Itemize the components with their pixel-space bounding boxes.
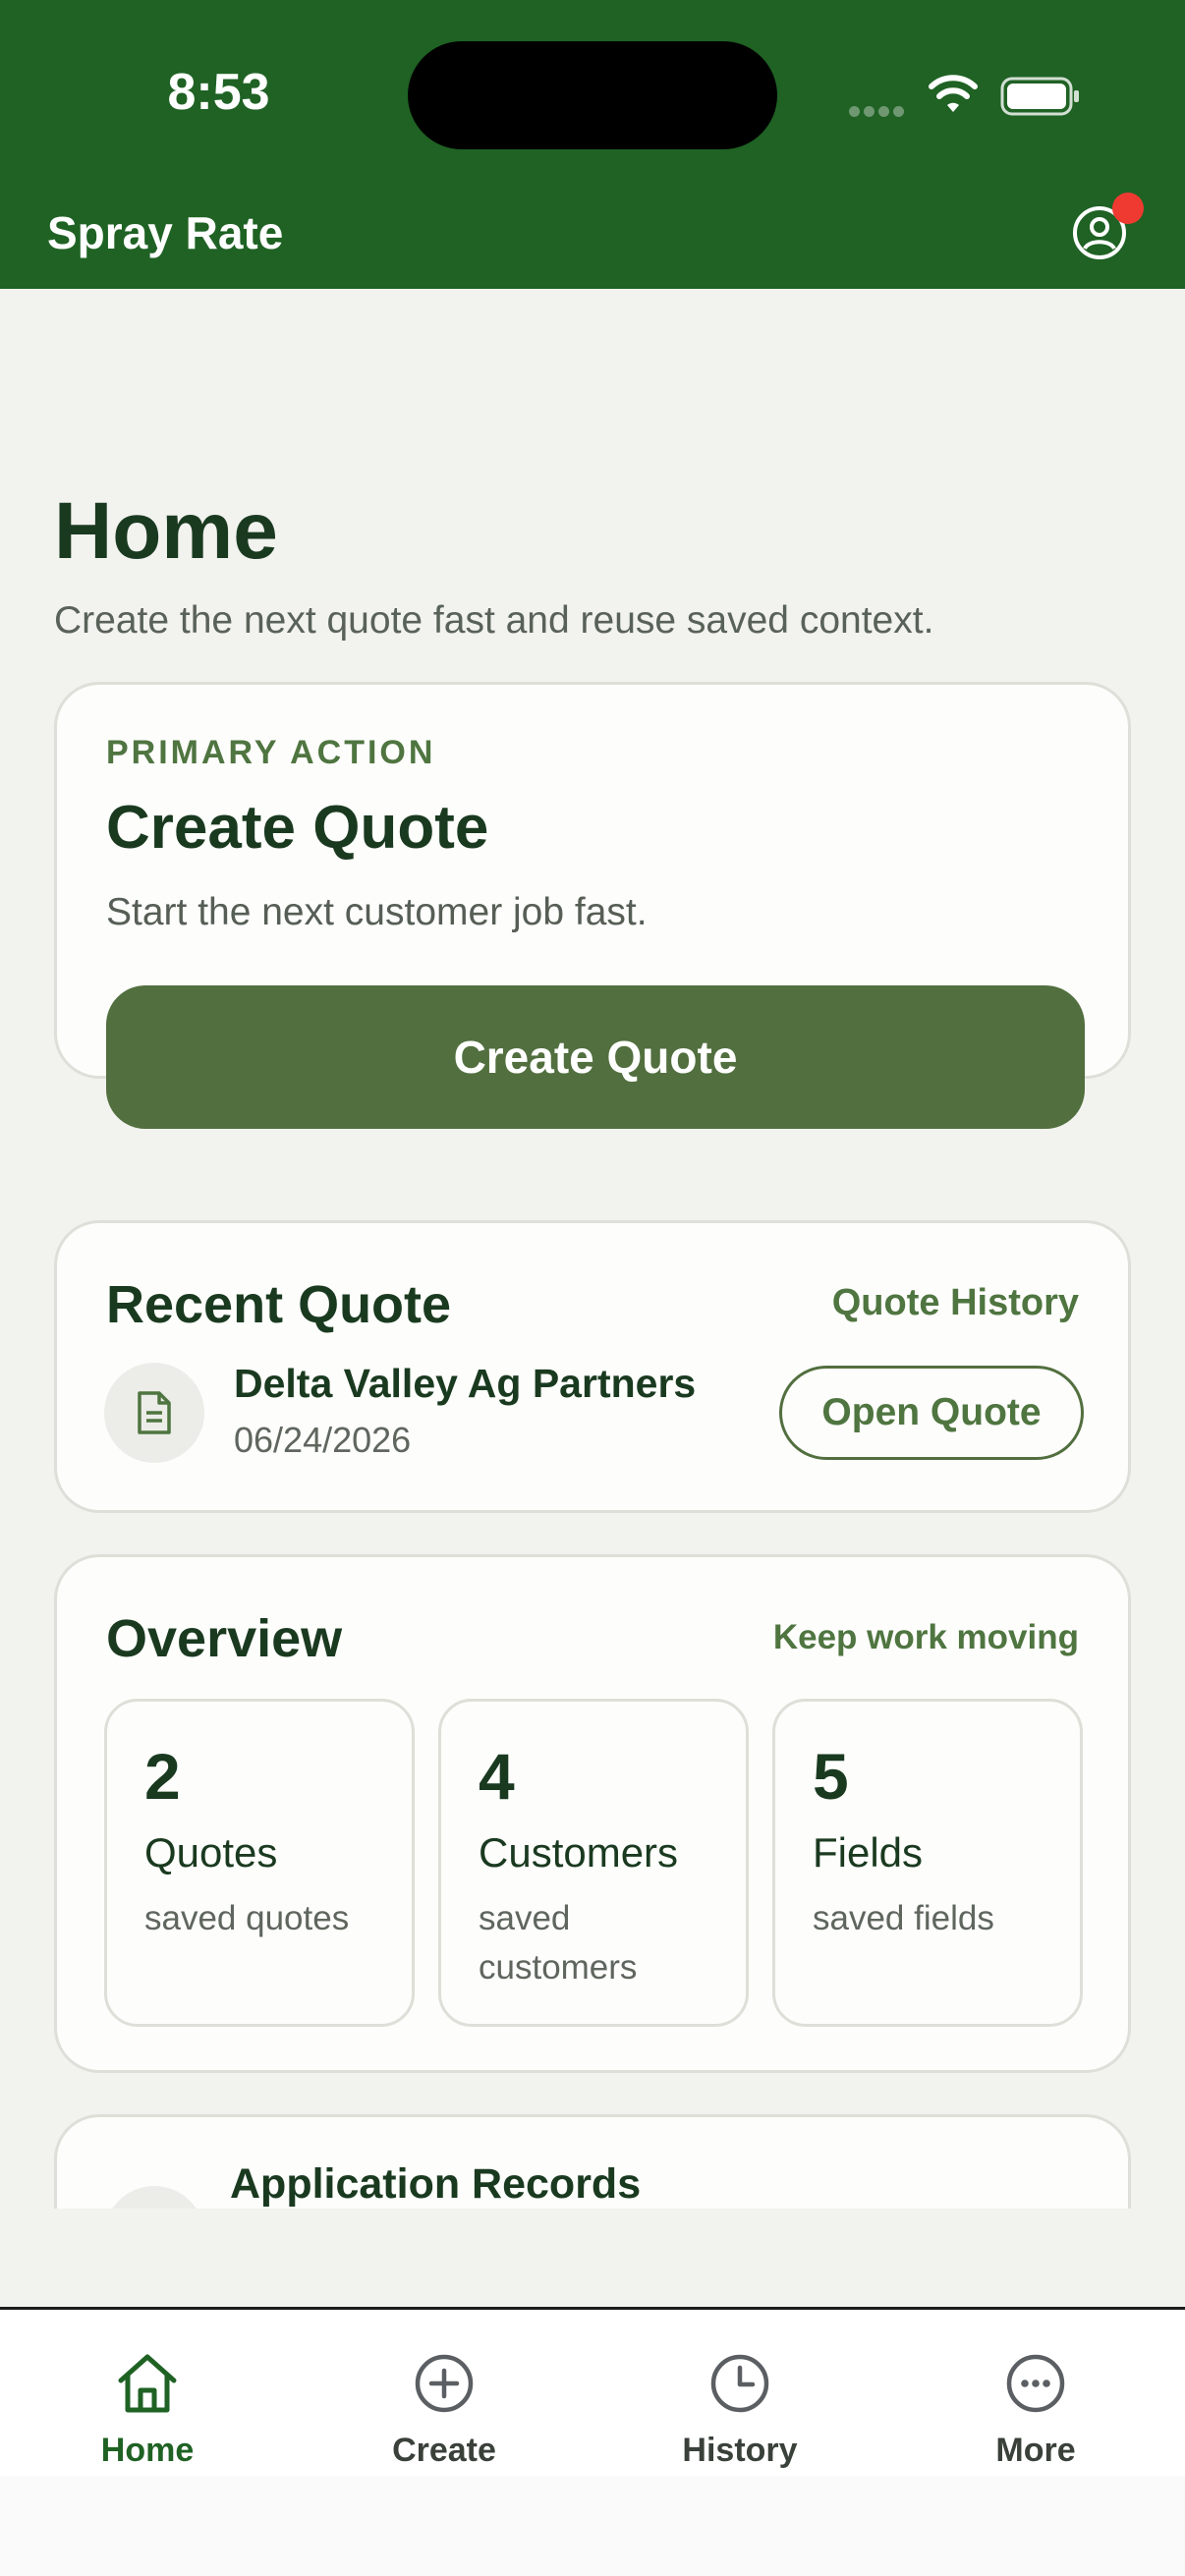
stat-fields[interactable]: 5 Fields saved fields (772, 1699, 1083, 2027)
page-subtitle: Create the next quote fast and reuse sav… (54, 599, 934, 642)
tab-history[interactable]: History (592, 2349, 887, 2496)
tab-label: Home (100, 2432, 195, 2469)
primary-action-description: Start the next customer job fast. (106, 891, 648, 933)
page-title: Home (54, 486, 278, 576)
stat-quotes[interactable]: 2 Quotes saved quotes (104, 1699, 415, 2027)
application-records-card[interactable]: Application Records (54, 2114, 1131, 2209)
plus-circle-icon (415, 2354, 474, 2413)
recent-quote-title: Recent Quote (106, 1275, 452, 1334)
clock-icon (710, 2354, 769, 2413)
status-time: 8:53 (167, 64, 270, 121)
home-indicator-area (0, 2476, 1185, 2576)
stat-label: Customers (479, 1829, 679, 1876)
cellular-signal-icon (849, 104, 908, 118)
recent-quote-customer: Delta Valley Ag Partners (234, 1361, 697, 1406)
tab-home[interactable]: Home (0, 2349, 295, 2496)
home-icon (118, 2354, 177, 2413)
application-records-title: Application Records (230, 2160, 642, 2208)
overview-card: Overview Keep work moving 2 Quotes saved… (54, 1554, 1131, 2073)
open-quote-button[interactable]: Open Quote (779, 1366, 1084, 1460)
battery-icon (1000, 77, 1079, 116)
primary-action-card: PRIMARY ACTION Create Quote Start the ne… (54, 682, 1131, 1129)
document-icon (104, 1363, 204, 1463)
dynamic-island (408, 41, 777, 149)
stat-description: saved customers (479, 1899, 638, 1987)
stat-label: Fields (813, 1829, 924, 1876)
stat-value: 5 (813, 1740, 849, 1813)
stat-description: saved quotes (144, 1899, 350, 1937)
tab-create[interactable]: Create (297, 2349, 592, 2496)
keep-work-moving-label: Keep work moving (772, 1618, 1079, 1656)
top-app-bar: 8:53 Spray Rate (0, 0, 1185, 289)
more-icon (1006, 2354, 1065, 2413)
tab-label: More (995, 2432, 1076, 2469)
tab-label: Create (392, 2432, 496, 2469)
quote-history-link[interactable]: Quote History (832, 1282, 1079, 1324)
tab-more[interactable]: More (888, 2349, 1183, 2496)
create-quote-button[interactable]: Create Quote (106, 985, 1085, 1129)
tab-label: History (682, 2432, 798, 2469)
stat-value: 4 (479, 1740, 515, 1813)
notification-badge (1112, 193, 1144, 224)
stat-customers[interactable]: 4 Customers saved customers (438, 1699, 749, 2027)
primary-action-title: Create Quote (106, 794, 489, 862)
stat-label: Quotes (144, 1829, 278, 1876)
recent-quote-date: 06/24/2026 (234, 1420, 412, 1460)
recent-quote-card: Recent Quote Quote History Delta Valley … (54, 1220, 1131, 1513)
wifi-icon (929, 75, 978, 112)
application-records-icon (104, 2186, 204, 2209)
app-title: Spray Rate (47, 207, 284, 258)
stat-value: 2 (144, 1740, 181, 1813)
overview-title: Overview (106, 1609, 343, 1668)
primary-action-eyebrow: PRIMARY ACTION (106, 734, 436, 771)
stat-description: saved fields (813, 1899, 994, 1937)
home-scroll-content[interactable]: Home Create the next quote fast and reus… (0, 289, 1185, 2209)
